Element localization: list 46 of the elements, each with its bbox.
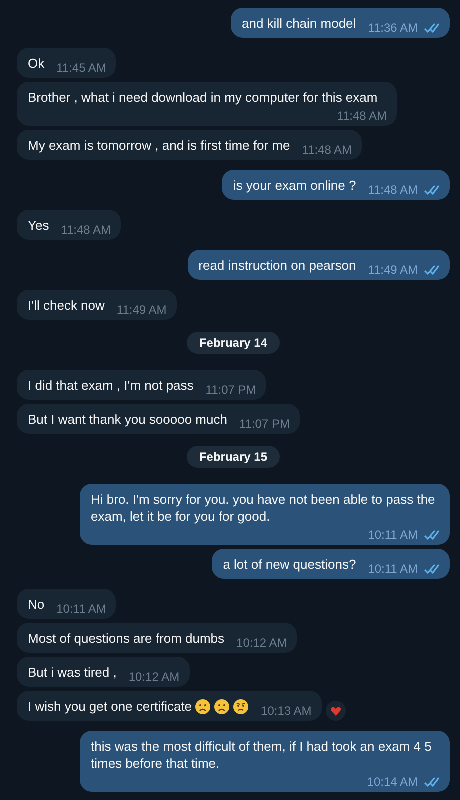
date-separator: February 14 — [187, 332, 280, 354]
message-time: 10:14 AM — [367, 775, 418, 789]
message-text: read instruction on pearson — [198, 257, 356, 274]
message-text: Brother , what i need download in my computer for this exam — [28, 89, 378, 106]
message-time: 11:36 AM — [368, 21, 418, 35]
message-time: 11:07 PM — [239, 417, 290, 431]
message-time: 11:48 AM — [337, 109, 387, 123]
worried-face-icon — [233, 698, 250, 714]
message-time: 10:13 AM — [261, 704, 312, 718]
message-text: a lot of new questions? — [223, 556, 356, 573]
frowning-face-icon — [214, 698, 230, 714]
message-text: Ok — [28, 55, 45, 72]
message-time: 11:45 AM — [56, 61, 106, 75]
double-check-icon — [424, 530, 440, 540]
double-check-icon — [424, 23, 440, 33]
message-text: I wish you get one certificate — [28, 698, 192, 715]
message-text: Most of questions are from dumbs — [28, 630, 225, 647]
message-text: and kill chain model — [242, 15, 356, 32]
double-check-icon — [424, 185, 440, 195]
message-text: No — [28, 596, 45, 613]
message-time: 11:48 AM — [368, 183, 418, 197]
message-time: 10:12 AM — [128, 670, 180, 684]
message-text: this was the most difficult of them, if I had took an exam 4 5 times before that time. — [91, 738, 433, 772]
message-time: 10:11 AM — [56, 602, 106, 616]
message-time: 11:49 AM — [116, 303, 167, 317]
message-text: But I want thank you sooooo much — [28, 411, 228, 428]
message-time: 11:49 AM — [368, 263, 418, 277]
message-text: My exam is tomorrow , and is first time for me — [28, 137, 290, 154]
message-time: 11:48 AM — [61, 223, 112, 237]
message-text: I'll check now — [28, 297, 105, 314]
message-time: 11:48 AM — [302, 143, 352, 157]
frowning-face-icon — [195, 698, 212, 714]
message-time: 11:07 PM — [206, 383, 256, 397]
message-text: Yes — [28, 217, 50, 234]
double-check-icon — [424, 265, 440, 275]
message-text: But i was tired , — [28, 664, 117, 681]
message-time: 10:11 AM — [368, 562, 418, 576]
double-check-icon — [424, 777, 440, 787]
date-separator: February 15 — [187, 446, 280, 468]
double-check-icon — [424, 564, 440, 574]
message-text: Hi bro. I'm sorry for you. you have not been able to pass the exam, let it be for you for good. — [91, 491, 436, 525]
message-text: is your exam online ? — [233, 177, 356, 194]
heart-reaction-icon[interactable] — [326, 701, 346, 721]
message-text: I did that exam , I'm not pass — [28, 377, 194, 394]
message-time: 10:11 AM — [368, 528, 418, 542]
message-time: 10:12 AM — [236, 636, 288, 650]
